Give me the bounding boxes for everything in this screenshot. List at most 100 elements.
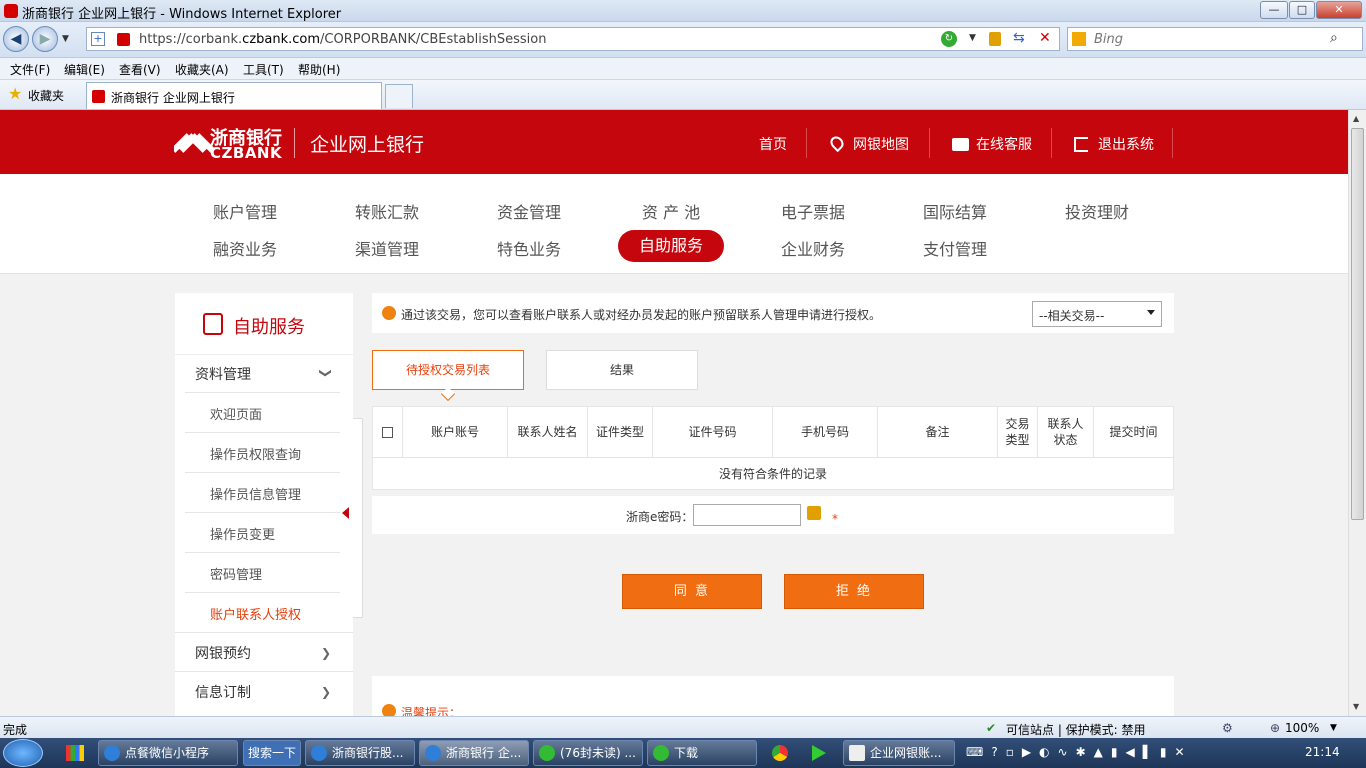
sidebar-item-operator-change[interactable]: 操作员变更 xyxy=(210,524,275,543)
nav-e-bills[interactable]: 电子票据 xyxy=(753,199,873,223)
taskbar-item-czbank-stock[interactable]: 浙商银行股... xyxy=(305,740,415,766)
nav-payment[interactable]: 支付管理 xyxy=(895,236,1015,260)
nav-asset-pool[interactable]: 资 产 池 xyxy=(611,199,731,223)
sidebar-group-profile[interactable]: 资料管理 xyxy=(195,364,251,384)
new-tab-button[interactable] xyxy=(385,84,413,108)
stop-icon[interactable]: ✕ xyxy=(1039,30,1051,46)
czbank-logo-icon xyxy=(174,133,214,153)
maximize-button[interactable]: □ xyxy=(1289,1,1315,19)
sidebar-group-subscription[interactable]: 信息订制 xyxy=(195,682,251,702)
collapse-arrow-icon[interactable] xyxy=(342,507,349,519)
header-link-home[interactable]: 首页 xyxy=(759,134,787,154)
sidebar-item-password[interactable]: 密码管理 xyxy=(210,564,262,583)
close-button[interactable]: ✕ xyxy=(1316,1,1362,19)
e-password-input[interactable] xyxy=(693,504,801,526)
nav-fund-management[interactable]: 资金管理 xyxy=(469,199,589,223)
forward-button[interactable]: ▶ xyxy=(32,26,58,52)
reject-button[interactable]: 拒 绝 xyxy=(784,574,924,609)
zoom-dropdown-icon[interactable]: ▼ xyxy=(1330,723,1337,733)
sidebar-item-operator-info[interactable]: 操作员信息管理 xyxy=(210,484,301,503)
menu-help[interactable]: 帮助(H) xyxy=(298,61,340,78)
taskbar-item-wechat-miniprogram[interactable]: 点餐微信小程序 xyxy=(98,740,238,766)
tab-result[interactable]: 结果 xyxy=(546,350,698,390)
taskbar-item-corporate-account[interactable]: 企业网银账... xyxy=(843,740,955,766)
browser-tab-active[interactable]: 浙商银行 企业网上银行 xyxy=(86,82,382,109)
security-zone[interactable]: 可信站点 | 保护模式: 禁用 xyxy=(1006,721,1146,738)
select-all-checkbox[interactable] xyxy=(382,426,393,438)
header-link-online-service[interactable]: 在线客服 xyxy=(976,134,1032,154)
chevron-down-icon[interactable]: ❯ xyxy=(319,368,333,378)
nav-account-management[interactable]: 账户管理 xyxy=(185,199,305,223)
header-link-sitemap[interactable]: 网银地图 xyxy=(853,134,909,154)
agree-button[interactable]: 同 意 xyxy=(622,574,762,609)
table-header[interactable]: 提交时间 xyxy=(1094,407,1173,457)
table-header[interactable]: 手机号码 xyxy=(773,407,878,457)
vertical-scrollbar[interactable]: ▲ ▼ xyxy=(1348,110,1366,716)
status-text: 完成 xyxy=(3,723,28,737)
page-viewport: 浙商银行 CZBANK 企业网上银行 首页 网银地图 在线客服 退出系统 账户管… xyxy=(0,110,1348,716)
chevron-right-icon[interactable]: ❯ xyxy=(321,646,331,660)
chrome-icon[interactable] xyxy=(772,745,788,761)
pinned-app-icon[interactable] xyxy=(66,745,84,761)
zoom-level[interactable]: 100% xyxy=(1285,721,1319,735)
table-header[interactable]: 联系人状态 xyxy=(1038,407,1094,457)
system-tray-icons[interactable]: ⌨?▫▶◐∿✱▲▮◀▌▮✕ xyxy=(966,745,1266,761)
related-transactions-select[interactable]: --相关交易-- xyxy=(1032,301,1162,327)
sidebar-group-booking[interactable]: 网银预约 xyxy=(195,643,251,663)
address-field[interactable]: + https://corbank.czbank.com/CORPORBANK/… xyxy=(86,27,1060,51)
taskbar-item-czbank-corporate[interactable]: 浙商银行 企... xyxy=(419,740,529,766)
nav-corporate-finance[interactable]: 企业财务 xyxy=(753,236,873,260)
url-text[interactable]: https://corbank.czbank.com/CORPORBANK/CB… xyxy=(139,32,546,47)
favorites-label[interactable]: 收藏夹 xyxy=(28,87,64,104)
minimize-button[interactable]: — xyxy=(1260,1,1288,19)
scroll-up-icon[interactable]: ▲ xyxy=(1353,114,1359,123)
table-header[interactable]: 证件类型 xyxy=(588,407,653,457)
ie-icon xyxy=(425,745,441,761)
refresh-icon[interactable]: ⇆ xyxy=(1013,30,1025,46)
star-icon[interactable]: ★ xyxy=(8,84,22,103)
nav-investment[interactable]: 投资理财 xyxy=(1037,199,1157,223)
chevron-right-icon[interactable]: ❯ xyxy=(321,685,331,699)
taskbar-search[interactable]: 搜索一下 xyxy=(243,740,301,766)
refresh-green-icon[interactable]: ↻ xyxy=(941,31,957,47)
menu-edit[interactable]: 编辑(E) xyxy=(64,61,105,78)
keyboard-lock-icon[interactable] xyxy=(807,506,821,520)
search-box[interactable]: Bing ⌕ xyxy=(1067,27,1363,51)
header-link-logout[interactable]: 退出系统 xyxy=(1098,134,1154,154)
tab-pending-list[interactable]: 待授权交易列表 xyxy=(372,350,524,390)
nav-featured[interactable]: 特色业务 xyxy=(469,236,589,260)
history-dropdown-icon[interactable]: ▼ xyxy=(62,34,69,44)
menu-tools[interactable]: 工具(T) xyxy=(243,61,284,78)
menu-favorites[interactable]: 收藏夹(A) xyxy=(175,61,229,78)
nav-self-service[interactable]: 自助服务 xyxy=(618,230,724,262)
taskbar-item-downloads[interactable]: 下载 xyxy=(647,740,757,766)
nav-financing[interactable]: 融资业务 xyxy=(185,236,305,260)
start-button[interactable] xyxy=(3,739,43,767)
protected-mode-icon[interactable]: ⚙ xyxy=(1222,721,1233,735)
back-button[interactable]: ◀ xyxy=(3,26,29,52)
search-icon[interactable]: ⌕ xyxy=(1330,30,1338,46)
nav-transfer[interactable]: 转账汇款 xyxy=(327,199,447,223)
sidebar-collapse-handle[interactable] xyxy=(342,418,363,618)
nav-international[interactable]: 国际结算 xyxy=(895,199,1015,223)
table-header[interactable]: 证件号码 xyxy=(653,407,773,457)
scroll-down-icon[interactable]: ▼ xyxy=(1353,702,1359,711)
table-header[interactable]: 联系人姓名 xyxy=(508,407,588,457)
sidebar-item-welcome[interactable]: 欢迎页面 xyxy=(210,404,262,423)
menu-view[interactable]: 查看(V) xyxy=(119,61,161,78)
lock-icon[interactable] xyxy=(989,32,1001,46)
scrollbar-thumb[interactable] xyxy=(1351,128,1364,520)
menu-file[interactable]: 文件(F) xyxy=(10,61,50,78)
sidebar-item-operator-permission[interactable]: 操作员权限查询 xyxy=(210,444,301,463)
search-placeholder[interactable]: Bing xyxy=(1094,32,1123,47)
table-header[interactable]: 账户账号 xyxy=(403,407,508,457)
media-player-icon[interactable] xyxy=(812,745,826,761)
compat-view-icon[interactable]: + xyxy=(91,32,105,46)
table-header[interactable]: 备注 xyxy=(878,407,998,457)
sidebar-item-contact-authorization[interactable]: 账户联系人授权 xyxy=(210,604,301,623)
nav-channel[interactable]: 渠道管理 xyxy=(327,236,447,260)
table-header[interactable]: 交易类型 xyxy=(998,407,1038,457)
taskbar-item-mail[interactable]: (76封未读) ... xyxy=(533,740,643,766)
url-dropdown-icon[interactable]: ▼ xyxy=(969,33,976,43)
taskbar-clock[interactable]: 21:14 xyxy=(1305,745,1340,759)
